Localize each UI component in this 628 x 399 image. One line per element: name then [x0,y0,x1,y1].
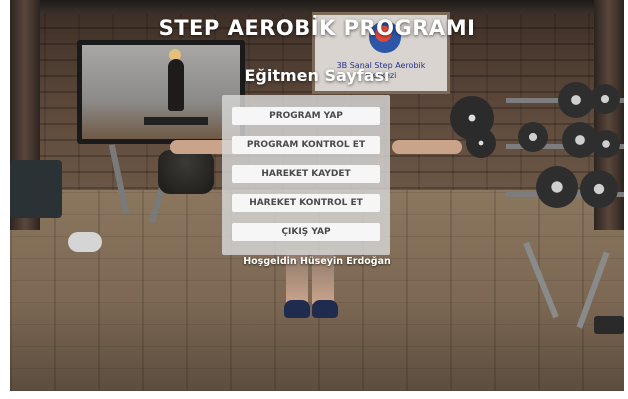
program-yap-button[interactable]: PROGRAM YAP [232,107,380,125]
bench-foot [68,232,102,252]
app-title: STEP AEROBİK PROGRAMI [158,16,476,40]
gym-3d-scene: 3B Sanal Step Aerobik Merkezi STEP AEROB… [10,0,624,391]
tv-screen [77,40,245,144]
gym-bench [10,160,62,218]
weight-plate-icon [590,84,620,114]
weight-plate-icon [558,82,594,118]
weight-plate-icon [536,166,578,208]
weight-plate-icon [592,130,620,158]
rack-foot [594,316,624,334]
hareket-kontrol-et-button[interactable]: HAREKET KONTROL ET [232,194,380,212]
weight-plate-icon [580,170,618,208]
logout-button[interactable]: ÇIKIŞ YAP [232,223,380,241]
shoe-icon [284,300,310,318]
avatar-right-arm [392,140,462,154]
dumbbell-rack [506,60,624,250]
stool [158,150,214,194]
hareket-kaydet-button[interactable]: HAREKET KAYDET [232,165,380,183]
program-kontrol-et-button[interactable]: PROGRAM KONTROL ET [232,136,380,154]
welcome-message: Hoşgeldin Hüseyin Erdoğan [243,256,391,267]
weight-plate-icon [518,122,548,152]
menu-panel: PROGRAM YAP PROGRAM KONTROL ET HAREKET K… [222,95,390,255]
shoe-icon [312,300,338,318]
step-platform [144,117,208,125]
weight-plate-icon [466,128,496,158]
page-title: Eğitmen Sayfası [244,66,390,85]
